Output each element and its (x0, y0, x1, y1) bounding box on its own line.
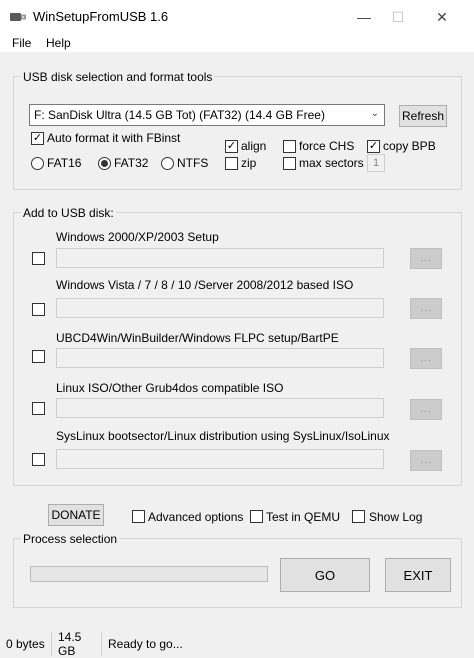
ntfs-radio[interactable] (161, 157, 174, 170)
windows-vista-label: Windows Vista / 7 / 8 / 10 /Server 2008/… (56, 278, 354, 292)
add-to-usb-group-label: Add to USB disk: (21, 206, 116, 220)
ubcd4win-browse-button[interactable]: ... (410, 348, 442, 369)
usb-disk-value: F: SanDisk Ultra (14.5 GB Tot) (FAT32) (… (34, 108, 325, 122)
show-log-label: Show Log (369, 510, 423, 524)
exit-button[interactable]: EXIT (385, 558, 451, 592)
fat32-label: FAT32 (114, 156, 149, 170)
go-button[interactable]: GO (280, 558, 370, 592)
max-sectors-input[interactable]: 1 (367, 154, 385, 172)
ubcd4win-label: UBCD4Win/WinBuilder/Windows FLPC setup/B… (56, 331, 339, 345)
syslinux-browse-button[interactable]: ... (410, 450, 442, 471)
copy-bpb-label: copy BPB (383, 139, 436, 153)
linux-iso-browse-button[interactable]: ... (410, 399, 442, 420)
progress-bar (30, 566, 268, 582)
windows-xp-path[interactable] (56, 248, 384, 268)
auto-format-label: Auto format it with FBinst (47, 131, 181, 145)
window-title: WinSetupFromUSB 1.6 (33, 9, 169, 24)
menu-file[interactable]: File (12, 36, 31, 50)
align-checkbox[interactable]: ✓ (225, 140, 238, 153)
windows-xp-label: Windows 2000/XP/2003 Setup (56, 230, 219, 244)
usb-stick-icon (10, 13, 26, 21)
max-sectors-checkbox[interactable] (283, 157, 296, 170)
max-sectors-label: max sectors (299, 156, 364, 170)
linux-iso-label: Linux ISO/Other Grub4dos compatible ISO (56, 381, 284, 395)
usb-disk-combo[interactable]: F: SanDisk Ultra (14.5 GB Tot) (FAT32) (… (29, 104, 385, 126)
status-message: Ready to go... (108, 637, 183, 651)
donate-button[interactable]: DONATE (48, 504, 104, 526)
zip-label: zip (241, 156, 257, 170)
ubcd4win-path[interactable] (56, 348, 384, 368)
close-button[interactable]: ✕ (420, 0, 464, 34)
status-total: 14.5 GB (52, 630, 102, 658)
advanced-options-label: Advanced options (148, 510, 244, 524)
show-log-checkbox[interactable] (352, 510, 365, 523)
fat32-radio[interactable] (98, 157, 111, 170)
auto-format-checkbox[interactable]: ✓ (31, 132, 44, 145)
copy-bpb-checkbox[interactable]: ✓ (367, 140, 380, 153)
chevron-down-icon: ⌄ (370, 108, 379, 119)
refresh-button[interactable]: Refresh (399, 105, 447, 127)
usb-disk-group-label: USB disk selection and format tools (21, 70, 215, 84)
advanced-options-checkbox[interactable] (132, 510, 145, 523)
syslinux-label: SysLinux bootsector/Linux distribution u… (56, 429, 390, 443)
syslinux-path[interactable] (56, 449, 384, 469)
windows-xp-browse-button[interactable]: ... (410, 248, 442, 269)
test-qemu-checkbox[interactable] (250, 510, 263, 523)
force-chs-label: force CHS (299, 139, 355, 153)
windows-xp-checkbox[interactable] (32, 252, 45, 265)
align-label: align (241, 139, 267, 153)
test-qemu-label: Test in QEMU (266, 510, 341, 524)
ubcd4win-checkbox[interactable] (32, 350, 45, 363)
windows-vista-checkbox[interactable] (32, 303, 45, 316)
fat16-label: FAT16 (47, 156, 82, 170)
ntfs-label: NTFS (177, 156, 209, 170)
zip-checkbox[interactable] (225, 157, 238, 170)
linux-iso-checkbox[interactable] (32, 402, 45, 415)
menu-help[interactable]: Help (46, 36, 71, 50)
syslinux-checkbox[interactable] (32, 453, 45, 466)
maximize-button[interactable]: ☐ (376, 0, 420, 34)
fat16-radio[interactable] (31, 157, 44, 170)
windows-vista-path[interactable] (56, 298, 384, 318)
linux-iso-path[interactable] (56, 398, 384, 418)
menu-bar (0, 34, 474, 52)
status-size: 0 bytes (0, 632, 52, 656)
force-chs-checkbox[interactable] (283, 140, 296, 153)
windows-vista-browse-button[interactable]: ... (410, 298, 442, 319)
process-selection-label: Process selection (21, 532, 120, 546)
